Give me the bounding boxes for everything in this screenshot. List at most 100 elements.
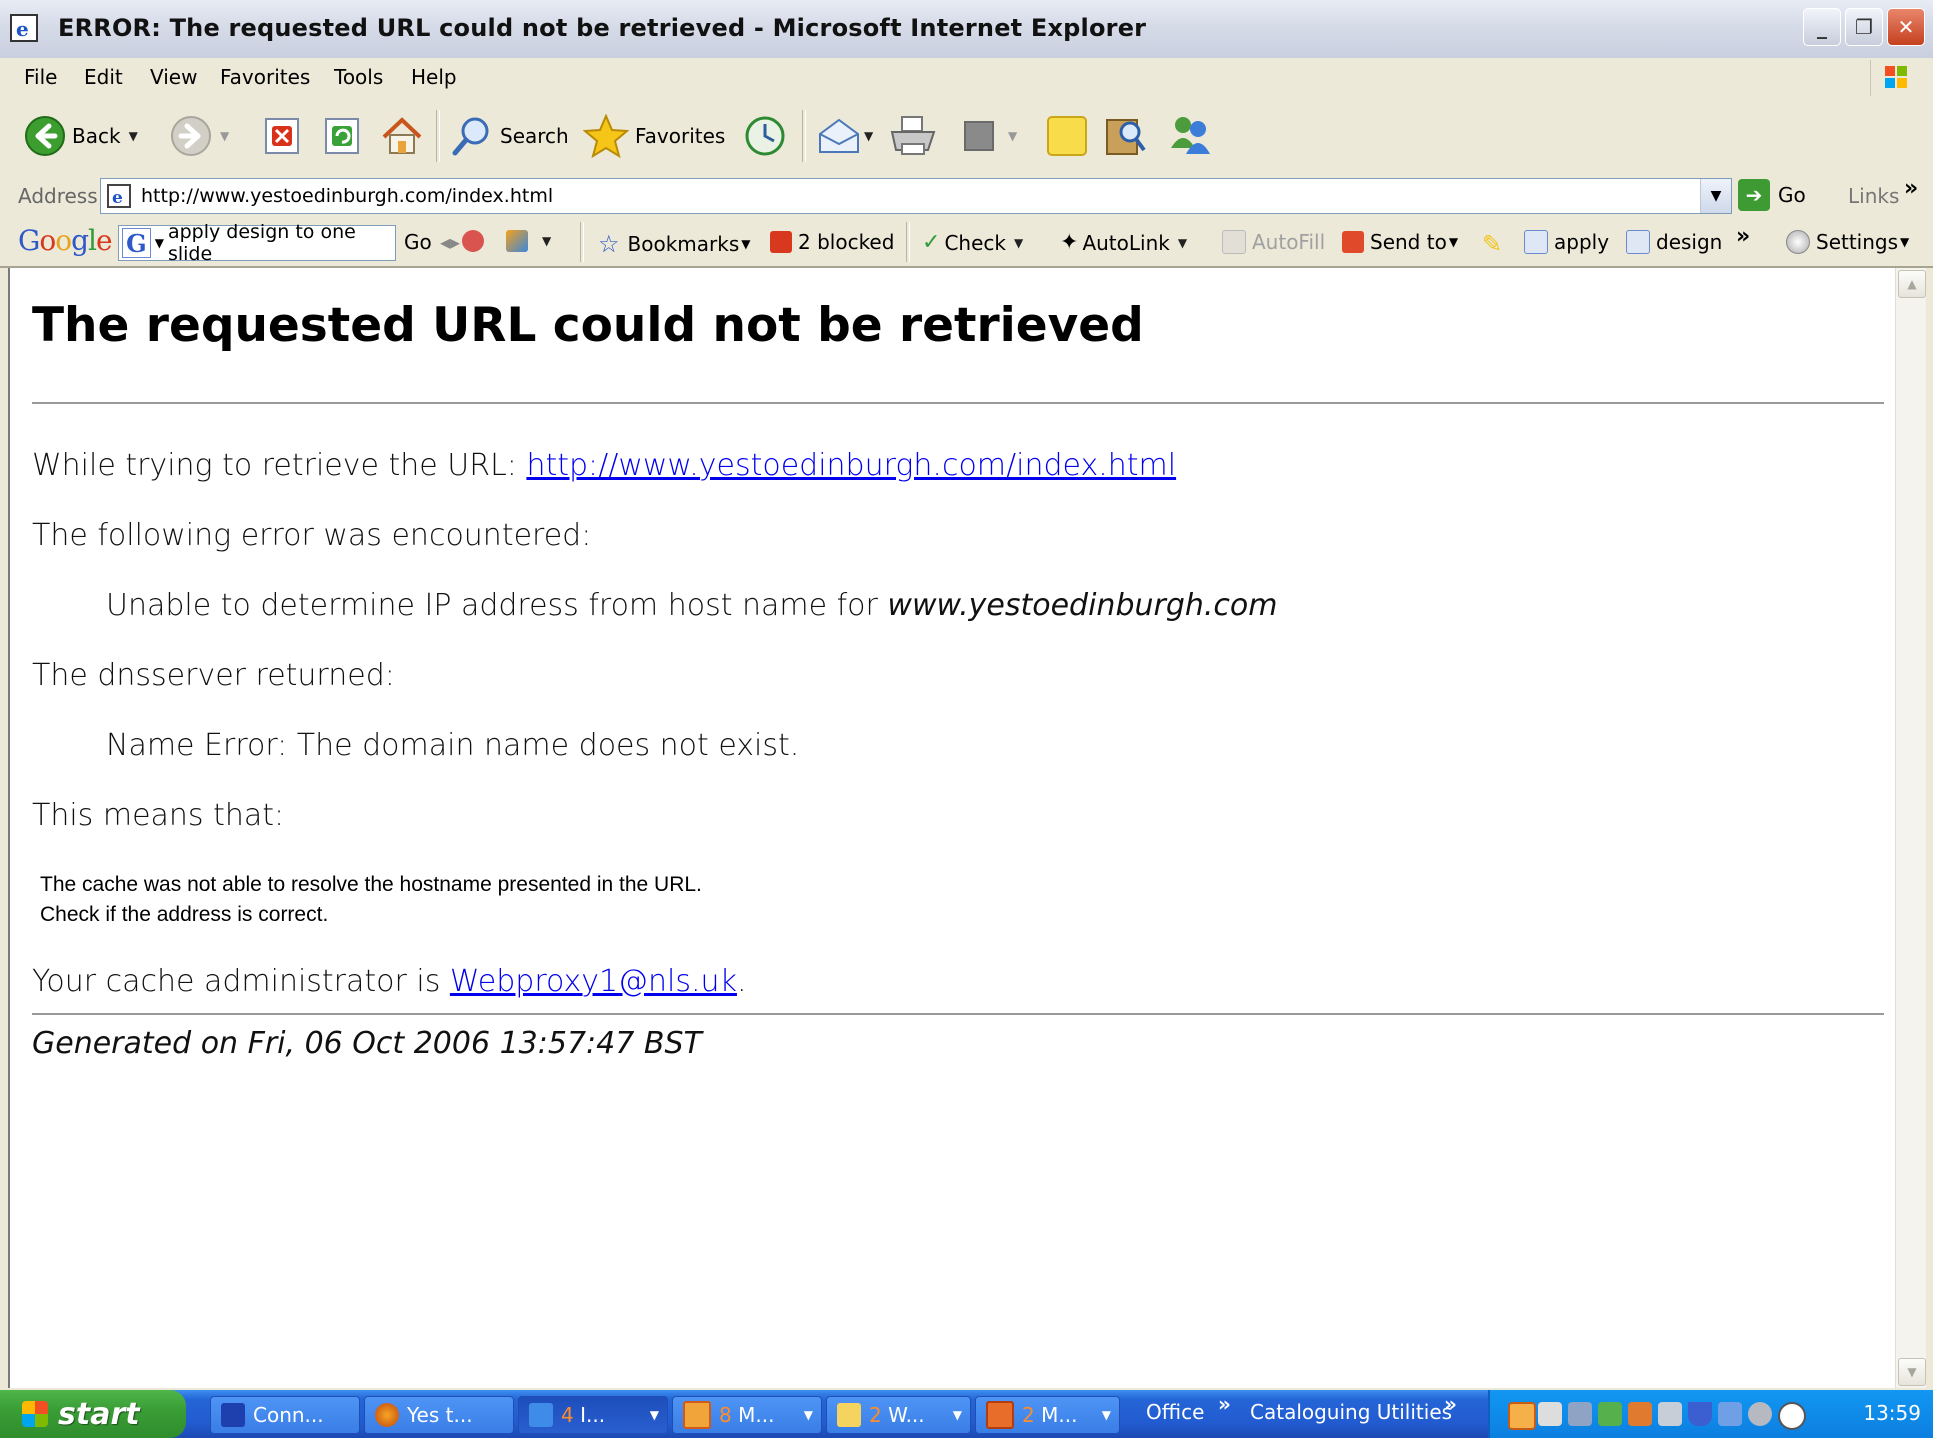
divider xyxy=(32,1013,1884,1015)
taskbar-button-label: M... xyxy=(738,1403,775,1427)
search-term-apply-button[interactable]: apply xyxy=(1524,230,1609,254)
quicklaunch-office[interactable]: Office xyxy=(1146,1400,1204,1424)
restore-button[interactable]: ❐ xyxy=(1845,8,1883,46)
search-dropdown-icon[interactable]: ▼ xyxy=(155,236,164,250)
users-tray-icon[interactable] xyxy=(1628,1402,1652,1426)
send-to-dropdown-icon[interactable]: ▼ xyxy=(1449,235,1458,249)
google-search-input[interactable]: G ▼ apply design to one slide xyxy=(118,221,396,265)
taskbar-button-firefox[interactable]: Yes t... xyxy=(364,1396,514,1434)
messenger-tray-icon[interactable] xyxy=(1718,1402,1742,1426)
mail-dropdown-icon[interactable]: ▼ xyxy=(864,129,873,143)
back-button[interactable]: Back ▼ xyxy=(24,114,138,158)
messenger-button[interactable] xyxy=(1166,114,1214,158)
toolbar-separator xyxy=(580,222,584,262)
resize-handle-icon[interactable]: ◂▸ xyxy=(440,230,460,254)
taskbar-button-label: I... xyxy=(580,1403,606,1427)
title-bar: e ERROR: The requested URL could not be … xyxy=(0,0,1933,59)
menu-edit[interactable]: Edit xyxy=(84,65,123,89)
standard-toolbar: Back ▼ ▼ Search Favorites ▼ ▼ xyxy=(0,98,1933,175)
search-term-design-button[interactable]: design xyxy=(1626,230,1722,254)
mail-button[interactable]: ▼ xyxy=(816,114,873,158)
send-to-button[interactable]: Send to ▼ xyxy=(1342,230,1458,254)
chevron-right-icon[interactable]: » xyxy=(1904,176,1918,201)
search-button[interactable]: Search xyxy=(450,114,569,158)
menu-file[interactable]: File xyxy=(24,65,57,89)
network-tray-icon[interactable] xyxy=(1538,1402,1562,1426)
taskbar-button-explorer[interactable]: 2 W... ▼ xyxy=(826,1396,971,1434)
system-clock[interactable]: 13:59 xyxy=(1863,1401,1921,1425)
menu-help[interactable]: Help xyxy=(411,65,457,89)
admin-email-link[interactable]: Webproxy1@nls.uk xyxy=(450,964,737,999)
go-button[interactable]: ➔ Go xyxy=(1738,179,1806,211)
menu-view[interactable]: View xyxy=(150,65,197,89)
pagerank-button[interactable] xyxy=(462,230,490,252)
spellcheck-button[interactable]: ✓ Check ▼ xyxy=(922,230,1023,255)
stop-button[interactable] xyxy=(264,114,300,158)
scroll-down-icon[interactable]: ▼ xyxy=(1898,1358,1926,1386)
research-button[interactable] xyxy=(1104,114,1148,158)
address-input[interactable]: e http://www.yestoedinburgh.com/index.ht… xyxy=(100,178,1732,214)
pagerank-icon xyxy=(462,230,484,252)
print-button[interactable] xyxy=(888,114,938,158)
highlight-button[interactable]: ✎ xyxy=(1482,230,1502,258)
google-logo[interactable]: Google xyxy=(18,224,113,257)
taskbar-button-count: 4 xyxy=(561,1403,574,1427)
refresh-button[interactable] xyxy=(324,114,360,158)
taskbar-button-outlook[interactable]: 8 M... ▼ xyxy=(672,1396,822,1434)
toolbar-separator xyxy=(436,110,440,162)
autofill-button[interactable]: AutoFill xyxy=(1222,230,1325,254)
minimize-button[interactable]: _ xyxy=(1803,8,1841,46)
taskbar-button-mail[interactable]: 2 M... ▼ xyxy=(975,1396,1120,1434)
menu-tools[interactable]: Tools xyxy=(334,65,383,89)
autolink-dropdown-icon[interactable]: ▼ xyxy=(1178,236,1187,250)
forward-dropdown-icon[interactable]: ▼ xyxy=(220,129,229,143)
close-button[interactable]: ✕ xyxy=(1887,8,1925,46)
news-dropdown-icon[interactable]: ▼ xyxy=(542,234,551,248)
menu-favorites[interactable]: Favorites xyxy=(220,65,310,89)
keyboard-tray-icon[interactable] xyxy=(1568,1402,1592,1426)
edit-button[interactable]: ▼ xyxy=(962,114,1017,158)
chevron-right-icon[interactable]: » xyxy=(1736,224,1750,249)
search-term-icon xyxy=(1524,230,1548,254)
news-button[interactable]: ▼ xyxy=(506,230,551,252)
group-dropdown-icon: ▼ xyxy=(803,1408,813,1422)
taskbar-button-internet-explorer[interactable]: 4 I... ▼ xyxy=(518,1396,668,1434)
favorites-button[interactable]: Favorites xyxy=(583,114,725,158)
google-go-button[interactable]: Go xyxy=(404,230,432,254)
discuss-button[interactable] xyxy=(1046,114,1088,158)
taskbar-button-connections[interactable]: Conn... xyxy=(210,1396,360,1434)
home-button[interactable] xyxy=(380,114,424,158)
favorites-label: Favorites xyxy=(635,124,726,148)
settings-button[interactable]: Settings ▼ xyxy=(1786,230,1909,254)
retrieve-url-link[interactable]: http://www.yestoedinburgh.com/index.html xyxy=(526,448,1176,483)
device-tray-icon[interactable] xyxy=(1658,1402,1682,1426)
page-content: The requested URL could not be retrieved… xyxy=(8,268,1895,1388)
scroll-up-icon[interactable]: ▲ xyxy=(1898,270,1926,298)
address-dropdown-icon[interactable]: ▼ xyxy=(1700,179,1731,213)
clock-icon[interactable] xyxy=(1778,1402,1806,1430)
bookmarks-dropdown-icon[interactable]: ▼ xyxy=(741,237,750,251)
check-dropdown-icon[interactable]: ▼ xyxy=(1014,236,1023,250)
quicklaunch-cataloguing-utilities[interactable]: Cataloguing Utilities xyxy=(1250,1400,1452,1424)
clock-app-tray-icon[interactable] xyxy=(1508,1402,1536,1430)
retrieve-prefix: While trying to retrieve the URL: xyxy=(32,448,527,483)
bookmarks-button[interactable]: ☆ Bookmarks ▼ xyxy=(598,230,751,258)
links-label[interactable]: Links xyxy=(1848,184,1899,208)
connection-tray-icon[interactable] xyxy=(1598,1402,1622,1426)
shield-icon[interactable] xyxy=(1688,1402,1712,1426)
vertical-scrollbar[interactable]: ▲ ▼ xyxy=(1895,268,1926,1388)
system-tray: 13:59 xyxy=(1488,1390,1933,1438)
forward-button[interactable]: ▼ xyxy=(170,114,229,158)
settings-dropdown-icon[interactable]: ▼ xyxy=(1900,235,1909,249)
start-button[interactable]: start xyxy=(0,1390,186,1438)
back-dropdown-icon[interactable]: ▼ xyxy=(129,129,138,143)
volume-tray-icon[interactable] xyxy=(1748,1402,1772,1426)
chevron-right-icon[interactable]: » xyxy=(1444,1392,1457,1416)
edit-dropdown-icon[interactable]: ▼ xyxy=(1008,129,1017,143)
popup-blocker-button[interactable]: 2 blocked xyxy=(770,230,894,254)
taskbar-button-label: M... xyxy=(1041,1403,1078,1427)
history-button[interactable] xyxy=(742,114,788,158)
address-bar: Address e http://www.yestoedinburgh.com/… xyxy=(0,174,1933,219)
chevron-right-icon[interactable]: » xyxy=(1218,1392,1231,1416)
autolink-button[interactable]: ✦ AutoLink ▼ xyxy=(1060,230,1187,255)
